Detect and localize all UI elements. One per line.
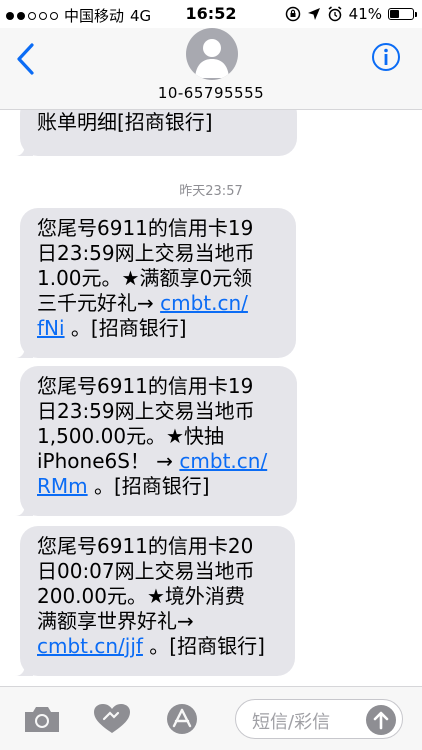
message-line: 您尾号6911的信用卡20 — [37, 534, 254, 558]
bubble-tail — [15, 664, 33, 676]
battery-icon — [388, 8, 417, 20]
message-line: 您尾号6911的信用卡19 — [37, 216, 254, 240]
contact-avatar[interactable] — [186, 28, 238, 80]
info-icon[interactable] — [371, 42, 401, 72]
conversation-header: 10-65795555 — [0, 28, 422, 110]
message-line: 1.00元。★满额享0元领 — [37, 266, 253, 290]
message-bubble-partial[interactable]: 账单明细[招商银行] — [15, 110, 297, 156]
alarm-clock-icon — [328, 6, 342, 22]
message-link[interactable]: cmbt.cn/ — [179, 449, 267, 473]
message-line: 1,500.00元。★快抽 — [37, 424, 224, 448]
contact-name[interactable]: 10-65795555 — [0, 84, 422, 102]
digital-touch-heart-icon[interactable] — [92, 703, 132, 735]
location-arrow-icon — [307, 8, 320, 20]
message-line: 满额享世界好礼→ — [37, 609, 194, 633]
message-line: 200.00元。★境外消费 — [37, 584, 245, 608]
message-bubble[interactable]: 您尾号6911的信用卡19 日23:59网上交易当地币 1,500.00元。★快… — [15, 366, 297, 516]
message-input-placeholder: 短信/彩信 — [252, 712, 331, 733]
message-line: cmbt.cn/jjf 。[招商银行] — [37, 634, 265, 658]
message-timestamp: 昨天23:57 — [179, 184, 243, 199]
message-line: RMm 。[招商银行] — [37, 474, 210, 498]
message-line: iPhone6S！ → cmbt.cn/ — [37, 449, 268, 473]
message-link[interactable]: cmbt.cn/jjf — [37, 634, 143, 658]
message-line: 日00:07网上交易当地币 — [37, 559, 255, 583]
message-input[interactable]: 短信/彩信 — [235, 699, 403, 739]
back-chevron-icon[interactable] — [14, 42, 38, 76]
message-thread[interactable]: 账单明细[招商银行] 昨天23:57 您尾号6911的信用卡19 日23:59网… — [0, 110, 422, 686]
message-line: 日23:59网上交易当地币 — [37, 241, 255, 265]
battery-fill — [390, 10, 399, 18]
message-bubble[interactable]: 您尾号6911的信用卡20 日00:07网上交易当地币 200.00元。★境外消… — [15, 526, 295, 676]
message-bubble[interactable]: 您尾号6911的信用卡19 日23:59网上交易当地币 1.00元。★满额享0元… — [15, 208, 296, 358]
bubble-tail — [15, 504, 33, 516]
status-bar: 中国移动 4G 16:52 41% — [0, 0, 422, 28]
message-link[interactable]: fNi — [37, 316, 65, 340]
camera-icon[interactable] — [22, 703, 62, 735]
bubble-tail — [15, 144, 33, 156]
rotation-lock-icon — [285, 6, 300, 22]
message-line: fNi 。[招商银行] — [37, 316, 187, 340]
partial-message-text: 账单明细[招商银行] — [37, 110, 213, 134]
message-link[interactable]: cmbt.cn/ — [160, 291, 248, 315]
status-right: 41% — [285, 5, 417, 23]
compose-bar: 短信/彩信 — [0, 686, 422, 750]
bubble-tail — [15, 346, 33, 358]
message-line: 您尾号6911的信用卡19 — [37, 374, 254, 398]
message-line: 日23:59网上交易当地币 — [37, 399, 255, 423]
send-button[interactable] — [366, 705, 396, 735]
battery-percent: 41% — [348, 5, 382, 23]
app-store-icon[interactable] — [162, 703, 202, 735]
message-link[interactable]: RMm — [37, 474, 88, 498]
arrow-up-icon — [373, 711, 389, 730]
person-silhouette-icon — [195, 39, 229, 78]
message-line: 三千元好礼→ cmbt.cn/ — [37, 291, 248, 315]
